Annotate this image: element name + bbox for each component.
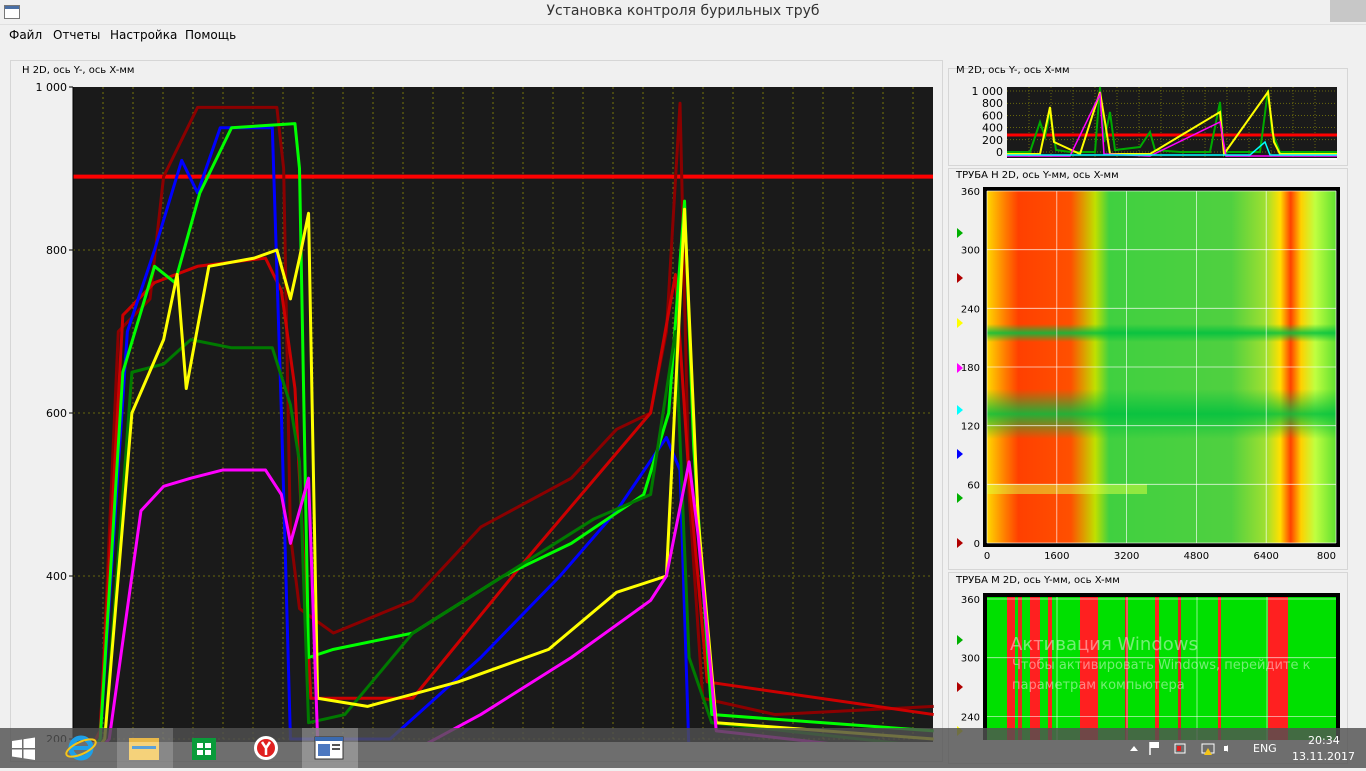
taskbar: ENG 20:34 13.11.2017: [0, 728, 1366, 768]
folder-icon: [129, 738, 159, 760]
m2d-y-tick-label: 1 000: [972, 85, 1004, 98]
channel-marker-red-m: [957, 682, 963, 692]
window-title: Установка контроля бурильных труб: [546, 3, 820, 19]
pipeh-x-tick-label: 6400: [1253, 551, 1278, 562]
pipeh-y-tick-label: 120: [961, 422, 980, 433]
pipeh-y-tick-label: 60: [967, 480, 980, 491]
pipem-y-tick-label: 360: [961, 595, 980, 606]
y-tick-label: 1 000: [36, 82, 68, 94]
menu-file[interactable]: Файл: [9, 28, 42, 42]
y-tick-label: 400: [46, 570, 67, 583]
pipeh-y-tick-label: 360: [961, 187, 980, 198]
clock-time[interactable]: 20:34: [1308, 734, 1340, 747]
pipeh-x-tick-label: 4800: [1184, 551, 1209, 562]
m2d-y-tick-label: 400: [982, 122, 1003, 135]
channel-marker-green-2: [957, 493, 963, 503]
m2d-label: М 2D, ось Y-, ось X-мм: [956, 65, 1070, 76]
tray-icons[interactable]: [1128, 740, 1228, 758]
pipeh-y-tick-label: 300: [961, 246, 980, 257]
yandex-browser-button[interactable]: [240, 728, 292, 768]
close-button[interactable]: [1330, 0, 1366, 22]
pipeh-x-tick-label: 800: [1317, 551, 1336, 562]
channel-marker-green-1: [957, 228, 963, 238]
menu-reports[interactable]: Отчеты: [53, 28, 100, 42]
power-icon: [1174, 743, 1186, 754]
menu-settings[interactable]: Настройка: [110, 28, 177, 42]
pipe-m-label: ТРУБА М 2D, ось Y-мм, ось X-мм: [956, 575, 1120, 586]
app-taskbar-button[interactable]: [302, 728, 358, 768]
m2d-y-tick-label: 0: [996, 146, 1003, 159]
pipem-y-tick-label: 240: [961, 712, 980, 723]
pipeh-x-tick-label: 0: [984, 551, 990, 562]
m2d-y-tick-label: 800: [982, 97, 1003, 110]
flag-icon: [1149, 742, 1159, 755]
language-indicator[interactable]: ENG: [1253, 742, 1277, 755]
windows-logo-icon: [12, 737, 35, 760]
menu-bar: Файл Отчеты Настройка Помощь: [0, 24, 1366, 46]
explorer-button[interactable]: [117, 728, 173, 768]
pipeh-x-tick-label: 1600: [1044, 551, 1069, 562]
activation-watermark-line3: параметрам компьютера: [1012, 678, 1185, 693]
channel-marker-red-1: [957, 273, 963, 283]
application-window-icon: [314, 736, 344, 760]
pipeh-y-tick-label: 180: [961, 363, 980, 374]
channel-marker-red-2: [957, 538, 963, 548]
clock-date[interactable]: 13.11.2017: [1292, 750, 1355, 763]
y-tick-label: 600: [46, 407, 67, 420]
internet-explorer-icon: [65, 735, 97, 761]
ie-button[interactable]: [55, 728, 107, 768]
title-bar: Установка контроля бурильных труб: [0, 0, 1366, 25]
m2d-y-tick-label: 600: [982, 109, 1003, 122]
pipe-h-label: ТРУБА Н 2D, ось Y-мм, ось X-мм: [956, 170, 1119, 181]
main-chart[interactable]: 1 000800600400200: [20, 82, 935, 742]
yandex-browser-icon: [254, 736, 278, 760]
pipem-y-tick-label: 300: [961, 654, 980, 665]
channel-marker-yellow: [957, 318, 963, 328]
pipeh-x-tick-label: 3200: [1114, 551, 1139, 562]
tray-chevron-up-icon: [1130, 746, 1138, 751]
channel-marker-cyan: [957, 405, 963, 415]
pipeh-y-tick-label: 240: [961, 304, 980, 315]
network-warning-icon: [1201, 743, 1215, 755]
activation-watermark-title: Активация Windows: [1010, 634, 1198, 655]
m2d-y-tick-label: 200: [982, 134, 1003, 147]
channel-marker-blue: [957, 449, 963, 459]
activation-watermark-line2: Чтобы активировать Windows, перейдите к: [1012, 658, 1311, 673]
store-button[interactable]: [178, 728, 230, 768]
start-button[interactable]: [0, 728, 52, 768]
store-icon: [192, 738, 216, 760]
main-chart-label: Н 2D, ось Y-, ось X-мм: [22, 65, 135, 76]
pipeh-y-tick-label: 0: [974, 539, 980, 550]
m2d-chart[interactable]: 1 0008006004002000: [950, 82, 1340, 162]
pipe-h-heatmap[interactable]: 360 300 240 180 120 60 0 0 1600 3200 4800 6400 800: [950, 184, 1344, 566]
volume-icon: [1224, 745, 1228, 752]
channel-marker-green-m: [957, 635, 963, 645]
menu-help[interactable]: Помощь: [185, 28, 236, 42]
y-tick-label: 800: [46, 244, 67, 257]
